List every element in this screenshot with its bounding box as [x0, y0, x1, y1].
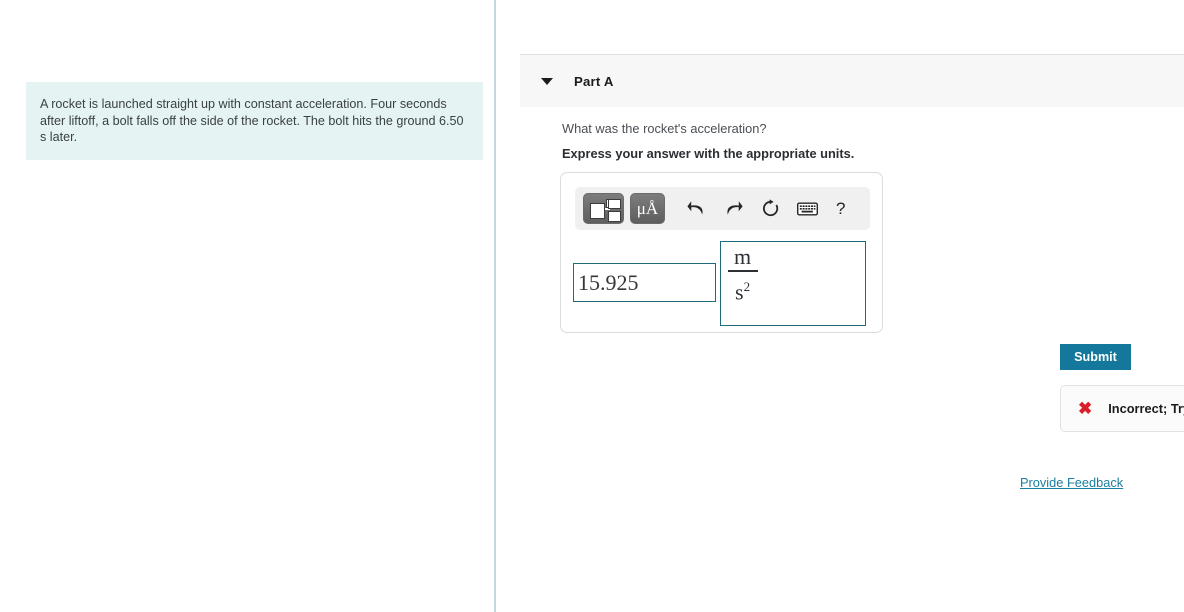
submit-button[interactable]: Submit — [1060, 344, 1131, 370]
units-fraction: m s2 — [727, 244, 758, 307]
units-denominator: s2 — [728, 272, 757, 307]
answer-toolbar: μÅ ? — [575, 187, 870, 230]
help-question-mark-icon[interactable]: ? — [836, 199, 845, 219]
answer-value-input[interactable] — [573, 263, 716, 302]
part-a-header[interactable]: Part A — [520, 54, 1184, 107]
left-problem-pane: A rocket is launched straight up with co… — [0, 0, 496, 612]
problem-statement-text: A rocket is launched straight up with co… — [26, 82, 483, 160]
answer-units-input[interactable]: m s2 — [720, 241, 866, 326]
answer-instruction: Express your answer with the appropriate… — [562, 146, 855, 161]
feedback-banner: ✖ Incorrect; Try Again; 2 attempts remai… — [1060, 385, 1184, 432]
units-denominator-base: s — [735, 278, 744, 304]
provide-feedback-link[interactable]: Provide Feedback — [1020, 475, 1123, 490]
units-denominator-exponent: 2 — [743, 278, 751, 294]
action-row: Submit Previous Answers Request Answer — [1060, 344, 1184, 370]
question-prompt: What was the rocket's acceleration? — [562, 121, 767, 136]
red-x-icon: ✖ — [1078, 399, 1093, 418]
reset-circular-arrow-icon[interactable] — [759, 197, 781, 221]
feedback-message: Incorrect; Try Again; 2 attempts remaini… — [1108, 401, 1184, 416]
undo-arrow-icon[interactable] — [685, 197, 707, 221]
chevron-down-icon[interactable] — [541, 77, 553, 85]
redo-arrow-icon[interactable] — [722, 197, 744, 221]
keyboard-icon[interactable] — [796, 197, 818, 221]
units-icon[interactable]: μÅ — [630, 193, 665, 224]
answer-entry-container: μÅ ? 15.925 m s2 — [560, 172, 883, 333]
math-template-icon[interactable] — [583, 193, 624, 224]
right-answer-pane: Part A What was the rocket's acceleratio… — [498, 0, 1184, 612]
units-numerator: m — [734, 244, 752, 269]
part-title-label: Part A — [574, 73, 614, 89]
